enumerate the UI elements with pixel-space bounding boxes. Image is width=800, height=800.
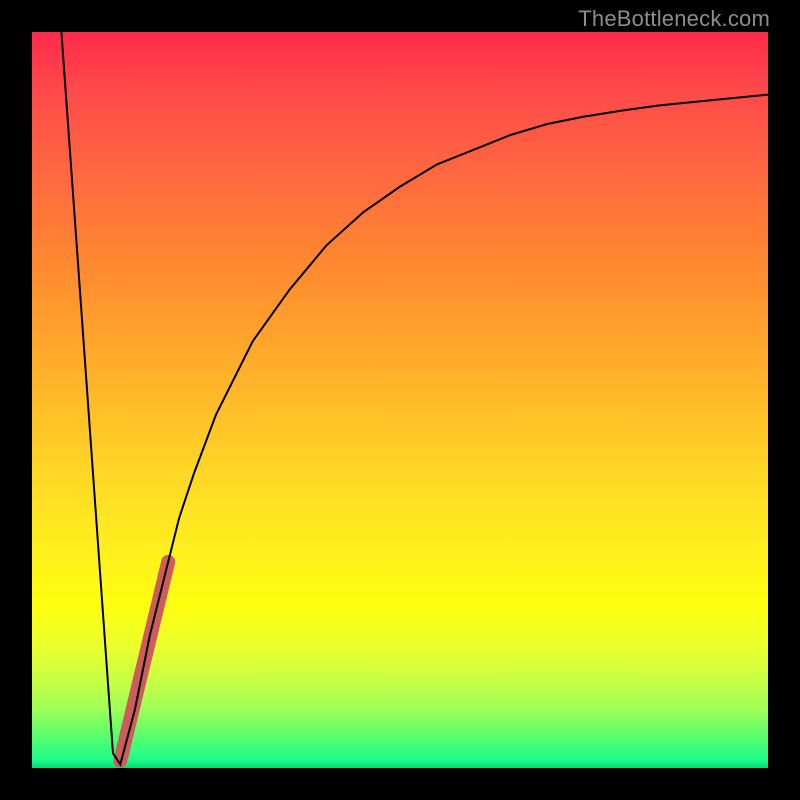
chart-svg — [32, 32, 768, 768]
watermark-text: TheBottleneck.com — [578, 6, 770, 32]
chart-frame: TheBottleneck.com — [0, 0, 800, 800]
bottleneck-curve — [61, 32, 768, 764]
plot-area — [32, 32, 768, 768]
